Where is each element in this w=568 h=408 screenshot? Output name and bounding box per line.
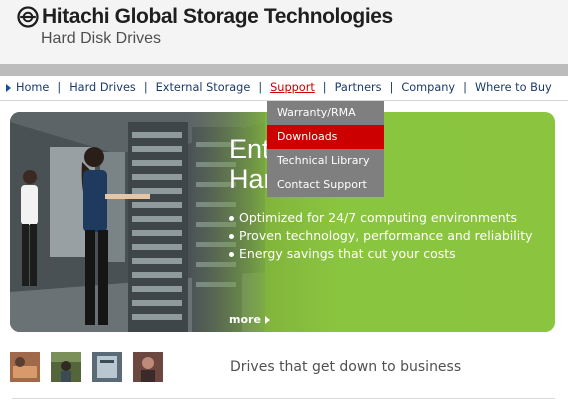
main-nav: Home | Hard Drives | External Storage | … (0, 76, 568, 101)
hero-bullet-list: Optimized for 24/7 computing environment… (229, 209, 533, 263)
hero-bullet: Proven technology, performance and relia… (229, 227, 533, 245)
menu-item-contact-support[interactable]: Contact Support (267, 173, 384, 197)
more-link[interactable]: more (229, 313, 270, 326)
thumbnail-2[interactable] (51, 352, 81, 382)
nav-separator: | (57, 81, 62, 94)
business-tagline: Drives that get down to business (230, 359, 462, 375)
nav-separator: | (389, 81, 394, 94)
nav-separator: | (322, 81, 327, 94)
content-divider (12, 398, 555, 399)
hero-bullet: Energy savings that cut your costs (229, 245, 533, 263)
nav-arrow-icon (6, 83, 11, 92)
nav-separator: | (143, 81, 148, 94)
menu-item-downloads[interactable]: Downloads (267, 125, 384, 149)
menu-item-technical-library[interactable]: Technical Library (267, 149, 384, 173)
nav-item-partners[interactable]: Partners (335, 81, 382, 94)
support-dropdown-menu: Warranty/RMA Downloads Technical Library… (267, 101, 384, 197)
menu-item-warranty-rma[interactable]: Warranty/RMA (267, 101, 384, 125)
brand-logo[interactable]: Hitachi Global Storage Technologies (17, 5, 393, 29)
thumbnail-strip (10, 352, 163, 382)
nav-item-home[interactable]: Home (16, 81, 49, 94)
nav-item-hard-drives[interactable]: Hard Drives (69, 81, 136, 94)
datacenter-photo (10, 112, 265, 332)
brand-name: Hitachi Global Storage Technologies (42, 5, 393, 28)
header-divider-bar (0, 64, 568, 76)
hitachi-logo-icon (17, 6, 39, 28)
more-link-label: more (229, 313, 261, 326)
hero-bullet: Optimized for 24/7 computing environment… (229, 209, 533, 227)
nav-item-support[interactable]: Support (270, 81, 315, 94)
nav-separator: | (258, 81, 263, 94)
thumbnail-1[interactable] (10, 352, 40, 382)
nav-item-where-to-buy[interactable]: Where to Buy (475, 81, 552, 94)
thumbnail-3[interactable] (92, 352, 122, 382)
nav-separator: | (463, 81, 467, 94)
more-arrow-icon (264, 315, 270, 324)
thumbnail-4[interactable] (133, 352, 163, 382)
nav-item-company[interactable]: Company (401, 81, 455, 94)
nav-item-external-storage[interactable]: External Storage (156, 81, 251, 94)
site-header: Hitachi Global Storage Technologies Hard… (0, 0, 568, 64)
site-tagline: Hard Disk Drives (41, 30, 162, 47)
